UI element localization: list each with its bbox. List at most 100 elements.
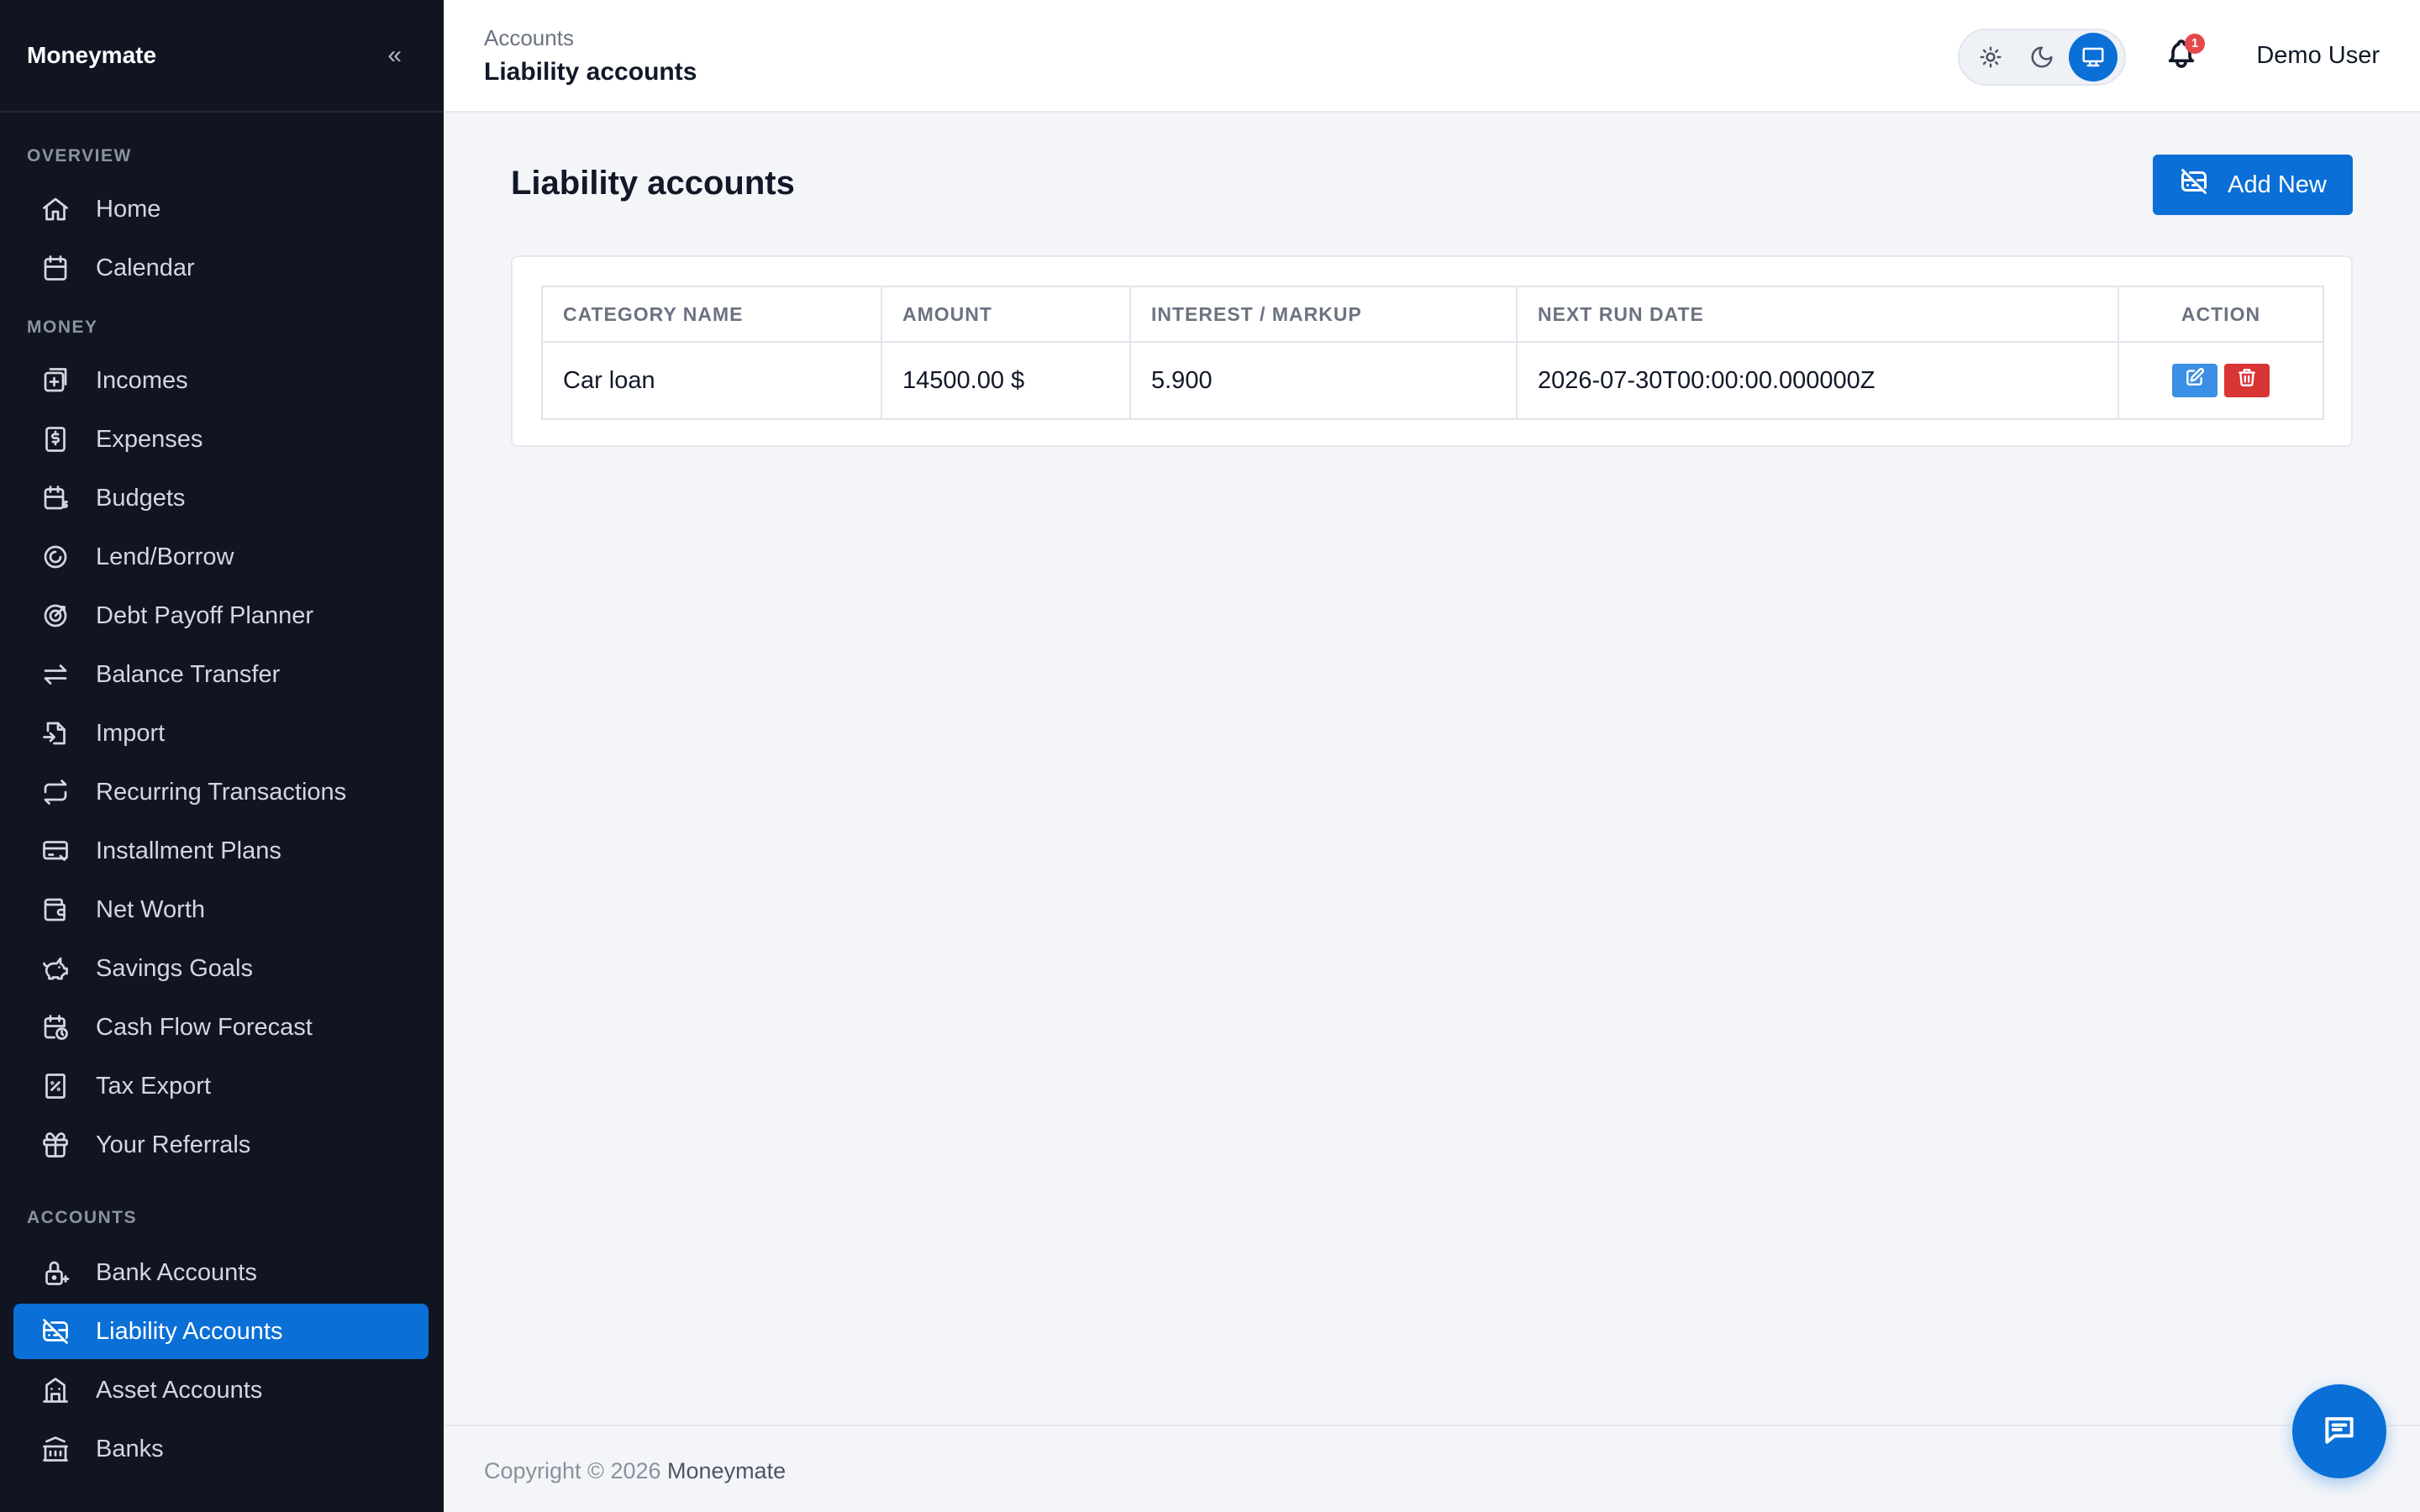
notifications-button[interactable]: 1 — [2165, 34, 2207, 79]
building-icon — [40, 1375, 71, 1405]
breadcrumb-parent[interactable]: Accounts — [484, 25, 697, 51]
brand-logo[interactable]: Moneymate — [27, 42, 156, 69]
bank-icon — [40, 1434, 71, 1464]
card-icon — [40, 836, 71, 866]
user-menu[interactable]: Demo User — [2256, 42, 2380, 70]
sidebar-item-cash-flow-forecast[interactable]: Cash Flow Forecast — [13, 1000, 429, 1055]
sidebar-item-label: Lend/Borrow — [96, 543, 234, 570]
sidebar-item-budgets[interactable]: Budgets — [13, 470, 429, 526]
sidebar-item-label: Expenses — [96, 425, 203, 453]
cell-next-run-date: 2026-07-30T00:00:00.000000Z — [1516, 341, 2119, 420]
import-icon — [40, 718, 71, 748]
liability-accounts-card: CATEGORY NAME AMOUNT INTEREST / MARKUP N… — [511, 255, 2353, 447]
sidebar-item-banks[interactable]: Banks — [13, 1421, 429, 1477]
budgets-icon — [40, 483, 71, 513]
sidebar-item-net-worth[interactable]: Net Worth — [13, 882, 429, 937]
liability-accounts-table: CATEGORY NAME AMOUNT INTEREST / MARKUP N… — [541, 286, 2324, 420]
sidebar-item-label: Asset Accounts — [96, 1376, 263, 1404]
repeat-icon — [40, 777, 71, 807]
moon-icon[interactable] — [2018, 33, 2066, 81]
column-header-next-run-date[interactable]: NEXT RUN DATE — [1516, 286, 2119, 343]
transfer-icon — [40, 659, 71, 690]
sidebar-item-liability-accounts[interactable]: Liability Accounts — [13, 1304, 429, 1359]
lock-icon — [40, 1257, 71, 1288]
chat-icon — [2321, 1411, 2358, 1452]
breadcrumb: Accounts Liability accounts — [484, 25, 697, 87]
sidebar-item-calendar[interactable]: Calendar — [13, 240, 429, 296]
sidebar-item-label: Your Referrals — [96, 1131, 251, 1158]
sidebar-item-label: Balance Transfer — [96, 660, 281, 688]
sidebar-item-label: Cash Flow Forecast — [96, 1013, 313, 1041]
monitor-icon[interactable] — [2069, 33, 2118, 81]
sidebar-item-label: Calendar — [96, 254, 195, 281]
sidebar-item-label: Recurring Transactions — [96, 778, 347, 806]
expenses-icon — [40, 424, 71, 454]
sidebar: Moneymate « OVERVIEW Home Calendar MONEY… — [0, 0, 444, 1512]
sidebar-item-incomes[interactable]: Incomes — [13, 353, 429, 408]
column-header-action: ACTION — [2118, 286, 2324, 343]
sidebar-item-debt-payoff-planner[interactable]: Debt Payoff Planner — [13, 588, 429, 643]
sidebar-item-label: Net Worth — [96, 895, 206, 923]
delete-button[interactable] — [2224, 364, 2270, 397]
chat-button[interactable] — [2292, 1384, 2386, 1478]
sidebar-item-asset-accounts[interactable]: Asset Accounts — [13, 1362, 429, 1418]
incomes-icon — [40, 365, 71, 396]
sidebar-item-tax-export[interactable]: Tax Export — [13, 1058, 429, 1114]
piggy-bank-icon — [40, 953, 71, 984]
cell-actions — [2118, 341, 2324, 420]
table-row: Car loan 14500.00 $ 5.900 2026-07-30T00:… — [541, 341, 2324, 420]
sidebar-item-label: Home — [96, 195, 161, 223]
cell-interest: 5.900 — [1129, 341, 1518, 420]
sidebar-item-bank-accounts[interactable]: Bank Accounts — [13, 1245, 429, 1300]
sidebar-item-lend-borrow[interactable]: Lend/Borrow — [13, 529, 429, 585]
section-label-accounts: ACCOUNTS — [27, 1208, 137, 1227]
footer: Copyright © 2026 Moneymate — [444, 1425, 2420, 1512]
sidebar-item-balance-transfer[interactable]: Balance Transfer — [13, 647, 429, 702]
sidebar-item-expenses[interactable]: Expenses — [13, 412, 429, 467]
sidebar-item-label: Incomes — [96, 366, 188, 394]
home-icon — [40, 194, 71, 224]
sidebar-item-label: Debt Payoff Planner — [96, 601, 314, 629]
sidebar-item-label: Liability Accounts — [96, 1317, 283, 1345]
wallet-icon — [40, 895, 71, 925]
sidebar-item-recurring-transactions[interactable]: Recurring Transactions — [13, 764, 429, 820]
gift-icon — [40, 1130, 71, 1160]
breadcrumb-current: Liability accounts — [484, 58, 697, 86]
bell-icon — [2165, 39, 2198, 74]
credit-card-off-icon — [40, 1316, 71, 1347]
edit-icon — [2184, 366, 2206, 395]
topbar: Accounts Liability accounts 1 Demo User — [444, 0, 2420, 113]
page-title: Liability accounts — [511, 165, 795, 202]
add-new-label: Add New — [2228, 171, 2327, 198]
edit-button[interactable] — [2172, 364, 2217, 397]
column-header-amount[interactable]: AMOUNT — [881, 286, 1131, 343]
sidebar-item-label: Savings Goals — [96, 954, 253, 982]
theme-switcher — [1958, 29, 2126, 86]
trash-icon — [2236, 366, 2258, 395]
sun-icon[interactable] — [1966, 33, 2015, 81]
cell-category-name: Car loan — [541, 341, 882, 420]
column-header-interest[interactable]: INTEREST / MARKUP — [1129, 286, 1518, 343]
credit-card-off-icon — [2179, 166, 2228, 203]
column-header-category-name[interactable]: CATEGORY NAME — [541, 286, 882, 343]
sidebar-item-installment-plans[interactable]: Installment Plans — [13, 823, 429, 879]
section-label-money: MONEY — [27, 318, 98, 337]
add-new-button[interactable]: Add New — [2153, 155, 2353, 215]
sidebar-item-label: Import — [96, 719, 166, 747]
receipt-icon — [40, 1071, 71, 1101]
sidebar-item-label: Budgets — [96, 484, 186, 512]
double-chevron-left-icon[interactable]: « — [387, 41, 402, 70]
sidebar-item-your-referrals[interactable]: Your Referrals — [13, 1117, 429, 1173]
footer-brand-link[interactable]: Moneymate — [667, 1458, 786, 1483]
sidebar-item-home[interactable]: Home — [13, 181, 429, 237]
section-label-overview: OVERVIEW — [27, 146, 132, 165]
sidebar-item-import[interactable]: Import — [13, 706, 429, 761]
cell-amount: 14500.00 $ — [881, 341, 1131, 420]
lend-borrow-icon — [40, 542, 71, 572]
sidebar-header: Moneymate « — [0, 0, 444, 113]
sidebar-item-savings-goals[interactable]: Savings Goals — [13, 941, 429, 996]
target-icon — [40, 601, 71, 631]
sidebar-item-label: Bank Accounts — [96, 1258, 257, 1286]
table-header-row: CATEGORY NAME AMOUNT INTEREST / MARKUP N… — [541, 286, 2324, 343]
notification-badge: 1 — [2185, 34, 2205, 54]
